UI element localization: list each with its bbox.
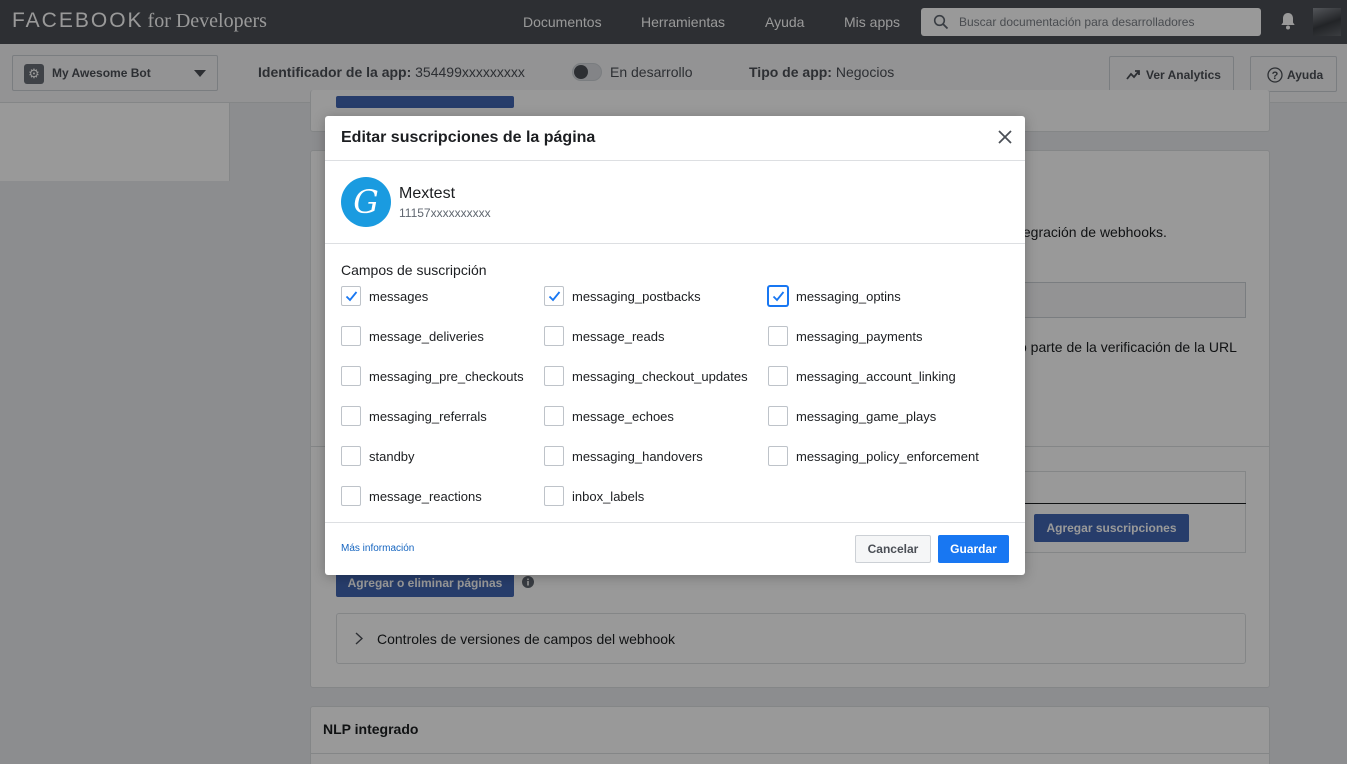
checkbox-label: messaging_account_linking <box>796 369 956 384</box>
checkbox[interactable] <box>768 406 788 426</box>
checkmark-icon <box>548 291 561 302</box>
close-icon[interactable] <box>995 127 1015 147</box>
checkbox[interactable] <box>544 446 564 466</box>
checkbox-label: messaging_policy_enforcement <box>796 449 979 464</box>
checkbox[interactable] <box>544 326 564 346</box>
subscription-field-message-echoes[interactable]: message_echoes <box>544 406 774 426</box>
subscription-field-messaging-referrals[interactable]: messaging_referrals <box>341 406 571 426</box>
subscription-field-message-deliveries[interactable]: message_deliveries <box>341 326 571 346</box>
subscription-field-messaging-account-linking[interactable]: messaging_account_linking <box>768 366 998 386</box>
subscription-field-messaging-postbacks[interactable]: messaging_postbacks <box>544 286 774 306</box>
subscription-field-messaging-policy-enforcement[interactable]: messaging_policy_enforcement <box>768 446 998 466</box>
page-id: 11157xxxxxxxxxx <box>399 206 491 220</box>
checkbox[interactable] <box>544 286 564 306</box>
checkbox[interactable] <box>341 366 361 386</box>
subscription-field-messages[interactable]: messages <box>341 286 571 306</box>
subscription-fields-label: Campos de suscripción <box>341 262 487 278</box>
checkbox-label: standby <box>369 449 415 464</box>
checkbox-label: messaging_referrals <box>369 409 487 424</box>
checkbox-label: message_deliveries <box>369 329 484 344</box>
checkbox[interactable] <box>768 286 788 306</box>
checkbox-label: inbox_labels <box>572 489 645 504</box>
checkbox-label: message_reads <box>572 329 665 344</box>
checkbox-label: messaging_pre_checkouts <box>369 369 524 384</box>
checkbox-label: messaging_payments <box>796 329 923 344</box>
save-button[interactable]: Guardar <box>938 535 1009 563</box>
checkbox[interactable] <box>544 406 564 426</box>
checkbox[interactable] <box>341 286 361 306</box>
subscription-field-messaging-payments[interactable]: messaging_payments <box>768 326 998 346</box>
dialog-header: Editar suscripciones de la página <box>325 116 1025 161</box>
checkbox[interactable] <box>341 406 361 426</box>
checkbox[interactable] <box>544 486 564 506</box>
checkbox[interactable] <box>768 446 788 466</box>
checkmark-icon <box>772 291 785 302</box>
subscription-field-standby[interactable]: standby <box>341 446 571 466</box>
checkbox[interactable] <box>341 446 361 466</box>
subscription-field-messaging-checkout-updates[interactable]: messaging_checkout_updates <box>544 366 774 386</box>
checkbox-label: messaging_game_plays <box>796 409 937 424</box>
subscription-field-message-reactions[interactable]: message_reactions <box>341 486 571 506</box>
checkbox-label: messaging_postbacks <box>572 289 701 304</box>
edit-page-subscriptions-dialog: Editar suscripciones de la página G Mext… <box>325 116 1025 575</box>
checkbox-label: message_echoes <box>572 409 674 424</box>
checkbox-label: messaging_handovers <box>572 449 703 464</box>
subscription-field-messaging-game-plays[interactable]: messaging_game_plays <box>768 406 998 426</box>
cancel-button[interactable]: Cancelar <box>855 535 931 563</box>
subscription-field-inbox-labels[interactable]: inbox_labels <box>544 486 774 506</box>
dialog-footer: Más información Cancelar Guardar <box>325 522 1025 575</box>
checkbox[interactable] <box>768 366 788 386</box>
checkbox[interactable] <box>768 326 788 346</box>
checkbox[interactable] <box>341 486 361 506</box>
checkmark-icon <box>345 291 358 302</box>
more-info-link[interactable]: Más información <box>341 543 414 554</box>
subscription-field-messaging-optins[interactable]: messaging_optins <box>768 286 998 306</box>
checkbox-label: messages <box>369 289 429 304</box>
checkbox[interactable] <box>341 326 361 346</box>
checkbox-label: messaging_optins <box>796 289 901 304</box>
subscription-field-messaging-pre-checkouts[interactable]: messaging_pre_checkouts <box>341 366 571 386</box>
subscription-field-message-reads[interactable]: message_reads <box>544 326 774 346</box>
dialog-title: Editar suscripciones de la página <box>341 129 596 146</box>
page-logo-avatar: G <box>341 177 391 227</box>
checkbox-label: message_reactions <box>369 489 482 504</box>
page-info-row: G Mextest 11157xxxxxxxxxx <box>325 161 1025 244</box>
page-name: Mextest <box>399 185 456 202</box>
checkbox-label: messaging_checkout_updates <box>572 369 748 384</box>
checkbox[interactable] <box>544 366 564 386</box>
subscription-field-messaging-handovers[interactable]: messaging_handovers <box>544 446 774 466</box>
